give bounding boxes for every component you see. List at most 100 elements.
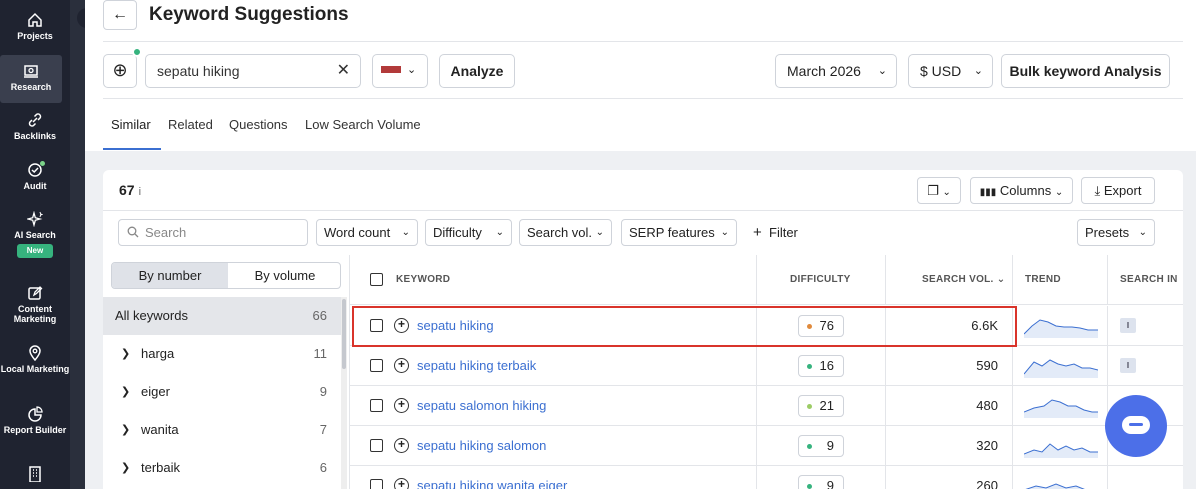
column-separator: [756, 346, 757, 386]
country-select[interactable]: ⌄: [372, 54, 428, 88]
top-bar: ← Keyword Suggestions ⊕ sepatu hiking ✕ …: [85, 0, 1196, 151]
columns-label: Columns: [999, 183, 1052, 198]
filter-search-vol[interactable]: Search vol. ⌄: [519, 219, 612, 246]
divider: [103, 210, 1183, 211]
presets-select[interactable]: Presets ⌄: [1077, 219, 1155, 246]
add-filter-button[interactable]: + Filter: [753, 219, 798, 246]
column-separator: [1012, 386, 1013, 426]
chevron-down-icon: ⌄: [942, 187, 951, 198]
flag-icon: [381, 66, 401, 73]
add-to-list-icon[interactable]: +: [394, 398, 409, 413]
group-item[interactable]: ❯ eiger 9: [103, 373, 341, 411]
add-keyword-button[interactable]: ⊕: [103, 54, 137, 88]
column-trend[interactable]: TREND: [1025, 255, 1061, 305]
row-checkbox[interactable]: [370, 479, 383, 489]
tab-related[interactable]: Related: [168, 117, 213, 132]
bulk-keyword-analysis-button[interactable]: Bulk keyword Analysis: [1001, 54, 1170, 88]
group-label: eiger: [141, 384, 170, 399]
filter-word-count[interactable]: Word count ⌄: [316, 219, 418, 246]
analyze-button[interactable]: Analyze: [439, 54, 515, 88]
group-item[interactable]: ❯ harga 11: [103, 335, 341, 373]
row-checkbox[interactable]: [370, 359, 383, 372]
groups-scrollbar-thumb[interactable]: [342, 299, 346, 369]
column-label: SEARCH VOL.: [922, 274, 994, 285]
sparkle-icon: [27, 211, 43, 227]
filter-difficulty[interactable]: Difficulty ⌄: [425, 219, 512, 246]
nav-content-marketing[interactable]: Content Marketing: [0, 285, 70, 324]
group-item[interactable]: ❯ wanita 7: [103, 411, 341, 449]
tab-similar[interactable]: Similar: [111, 117, 151, 132]
nav-label: Local Marketing: [0, 364, 70, 374]
table-row[interactable]: + sepatu hiking terbaik 16 590 I: [350, 346, 1183, 386]
back-button[interactable]: ←: [103, 0, 137, 30]
active-tab-indicator: [103, 148, 161, 150]
select-all-checkbox[interactable]: [370, 273, 383, 286]
column-separator: [885, 466, 886, 489]
row-checkbox[interactable]: [370, 439, 383, 452]
column-separator: [1012, 466, 1013, 489]
export-button[interactable]: ⤓ Export: [1081, 177, 1155, 204]
column-separator: [756, 426, 757, 466]
columns-icon: ▮▮▮: [979, 187, 997, 198]
divider: [103, 41, 1183, 42]
audit-status-dot: [40, 161, 45, 166]
trend-sparkline: [1024, 443, 1098, 458]
search-value: sepatu hiking: [157, 63, 240, 79]
table-row[interactable]: + sepatu hiking salomon 9 320: [350, 426, 1183, 466]
keyword-link[interactable]: sepatu hiking terbaik: [417, 346, 536, 386]
column-separator: [756, 466, 757, 489]
filter-search-input[interactable]: Search: [118, 219, 308, 246]
filter-label: Difficulty: [433, 225, 482, 240]
chat-bubble-icon: [1122, 416, 1150, 434]
column-difficulty[interactable]: DIFFICULTY: [790, 255, 851, 305]
columns-button[interactable]: ▮▮▮ Columns ⌄: [970, 177, 1073, 204]
column-keyword[interactable]: KEYWORD: [396, 255, 450, 305]
difficulty-value: 9: [826, 438, 834, 453]
nav-ai-search[interactable]: AI Search New: [0, 211, 70, 258]
add-to-list-icon[interactable]: +: [394, 358, 409, 373]
tab-low-search-volume[interactable]: Low Search Volume: [305, 117, 421, 132]
currency-select[interactable]: $ USD ⌄: [908, 54, 993, 88]
chevron-down-icon: ⌄: [720, 227, 729, 238]
nav-audit[interactable]: Audit: [0, 162, 70, 191]
filter-serp-features[interactable]: SERP features ⌄: [621, 219, 737, 246]
copy-button[interactable]: ❐ ⌄: [917, 177, 961, 204]
table-row[interactable]: + sepatu salomon hiking 21 480: [350, 386, 1183, 426]
by-volume-toggle[interactable]: By volume: [228, 263, 340, 288]
add-to-list-icon[interactable]: +: [394, 478, 409, 489]
search-placeholder: Search: [145, 225, 187, 240]
trend-sparkline: [1025, 483, 1085, 489]
nav-research[interactable]: Research: [0, 55, 62, 103]
location-pin-icon: [29, 345, 41, 361]
info-icon[interactable]: i: [139, 186, 141, 198]
difficulty-badge: 16: [798, 355, 844, 377]
keyword-link[interactable]: sepatu salomon hiking: [417, 386, 546, 426]
nav-label: Backlinks: [13, 131, 57, 141]
chat-launcher-button[interactable]: [1105, 395, 1167, 457]
clear-icon[interactable]: ✕: [337, 55, 350, 87]
nav-report-builder[interactable]: Report Builder: [0, 406, 70, 435]
column-search-intent[interactable]: SEARCH IN: [1120, 255, 1178, 305]
row-checkbox[interactable]: [370, 399, 383, 412]
filter-label: SERP features: [629, 225, 715, 240]
tab-questions[interactable]: Questions: [229, 117, 288, 132]
column-search-vol[interactable]: SEARCH VOL. ⌄: [922, 255, 1005, 305]
keyword-link[interactable]: sepatu hiking salomon: [417, 426, 546, 466]
group-all-keywords[interactable]: All keywords 66: [103, 297, 341, 335]
keyword-search-input[interactable]: sepatu hiking ✕: [145, 54, 361, 88]
nav-projects[interactable]: Projects: [0, 12, 70, 41]
by-number-toggle[interactable]: By number: [112, 263, 228, 288]
nav-backlinks[interactable]: Backlinks: [0, 112, 70, 141]
column-separator: [885, 426, 886, 466]
keyword-link[interactable]: sepatu hiking wanita eiger: [417, 466, 567, 489]
add-to-list-icon[interactable]: +: [394, 438, 409, 453]
group-sort-toggle: By number By volume: [111, 262, 341, 289]
difficulty-dot: [807, 364, 812, 369]
table-row[interactable]: + sepatu hiking wanita eiger 9 260: [350, 466, 1183, 489]
chevron-right-icon: ❯: [121, 386, 131, 398]
nav-more[interactable]: [0, 466, 70, 485]
nav-local-marketing[interactable]: Local Marketing: [0, 345, 70, 374]
difficulty-badge: 21: [798, 395, 844, 417]
group-item[interactable]: ❯ terbaik 6: [103, 449, 341, 487]
date-select[interactable]: March 2026 ⌄: [775, 54, 897, 88]
